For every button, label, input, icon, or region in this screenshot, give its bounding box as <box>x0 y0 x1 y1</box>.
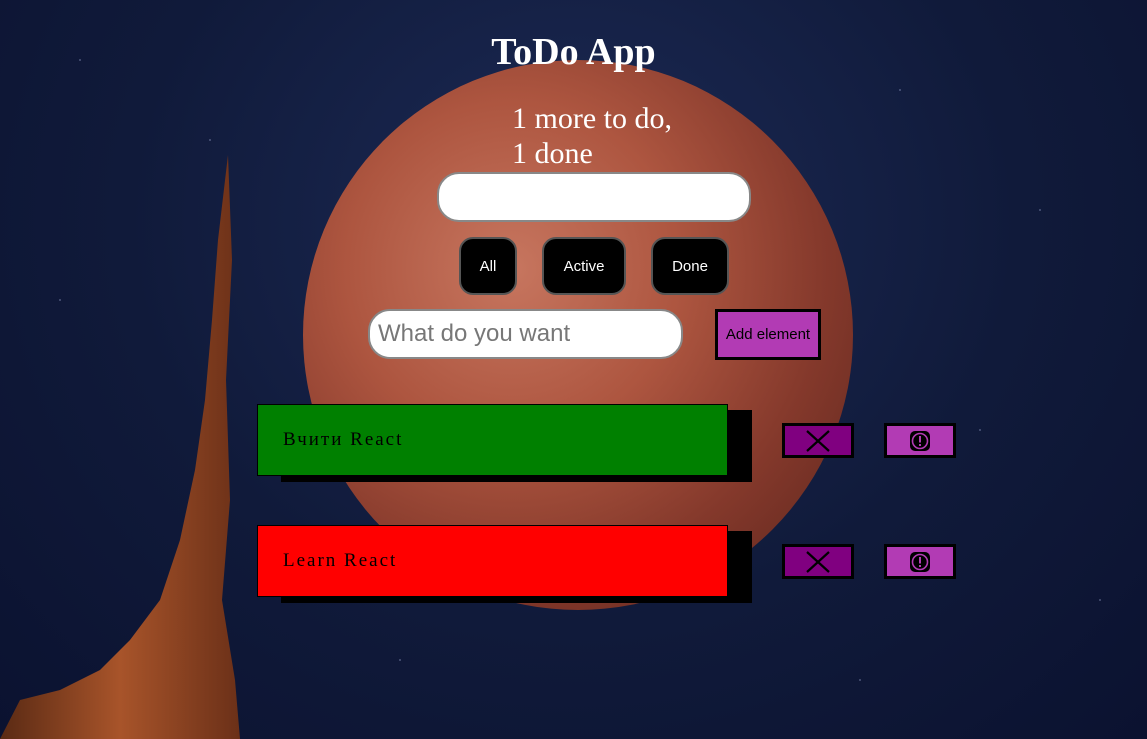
delete-button[interactable] <box>782 544 854 579</box>
todo-item[interactable]: Вчити React <box>257 404 728 476</box>
filter-done-button[interactable]: Done <box>651 237 729 295</box>
todo-count-text: 1 more to do, <box>512 102 672 135</box>
important-button[interactable] <box>884 544 956 579</box>
todo-item-label: Вчити React <box>283 429 404 450</box>
filter-all-button[interactable]: All <box>459 237 517 295</box>
close-icon <box>806 429 830 452</box>
important-button[interactable] <box>884 423 956 458</box>
done-count-text: 1 done <box>512 137 593 170</box>
new-task-input[interactable] <box>368 309 683 359</box>
page-title: ToDo App <box>491 31 656 73</box>
todo-item[interactable]: Learn React <box>257 525 728 597</box>
task-counter: 1 more to do, 1 done <box>512 101 672 171</box>
filter-active-button[interactable]: Active <box>542 237 626 295</box>
add-element-button[interactable]: Add element <box>715 309 821 360</box>
exclamation-icon <box>910 430 930 451</box>
search-input[interactable] <box>437 172 751 222</box>
exclamation-icon <box>910 551 930 572</box>
rock-spire-background <box>0 155 240 739</box>
todo-item-label: Learn React <box>283 550 398 571</box>
delete-button[interactable] <box>782 423 854 458</box>
close-icon <box>806 550 830 573</box>
